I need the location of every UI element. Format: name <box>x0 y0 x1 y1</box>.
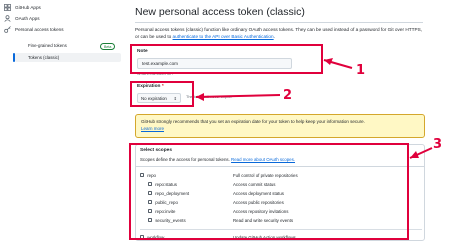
arrow-1-icon <box>323 58 353 69</box>
annotation-number-3: 3 <box>433 137 443 152</box>
annotation-number-1: 1 <box>356 63 366 78</box>
arrow-3-icon <box>409 147 433 159</box>
annotation-number-2: 2 <box>283 88 293 103</box>
arrow-2-icon <box>195 93 281 101</box>
annotation-arrows <box>195 58 433 159</box>
